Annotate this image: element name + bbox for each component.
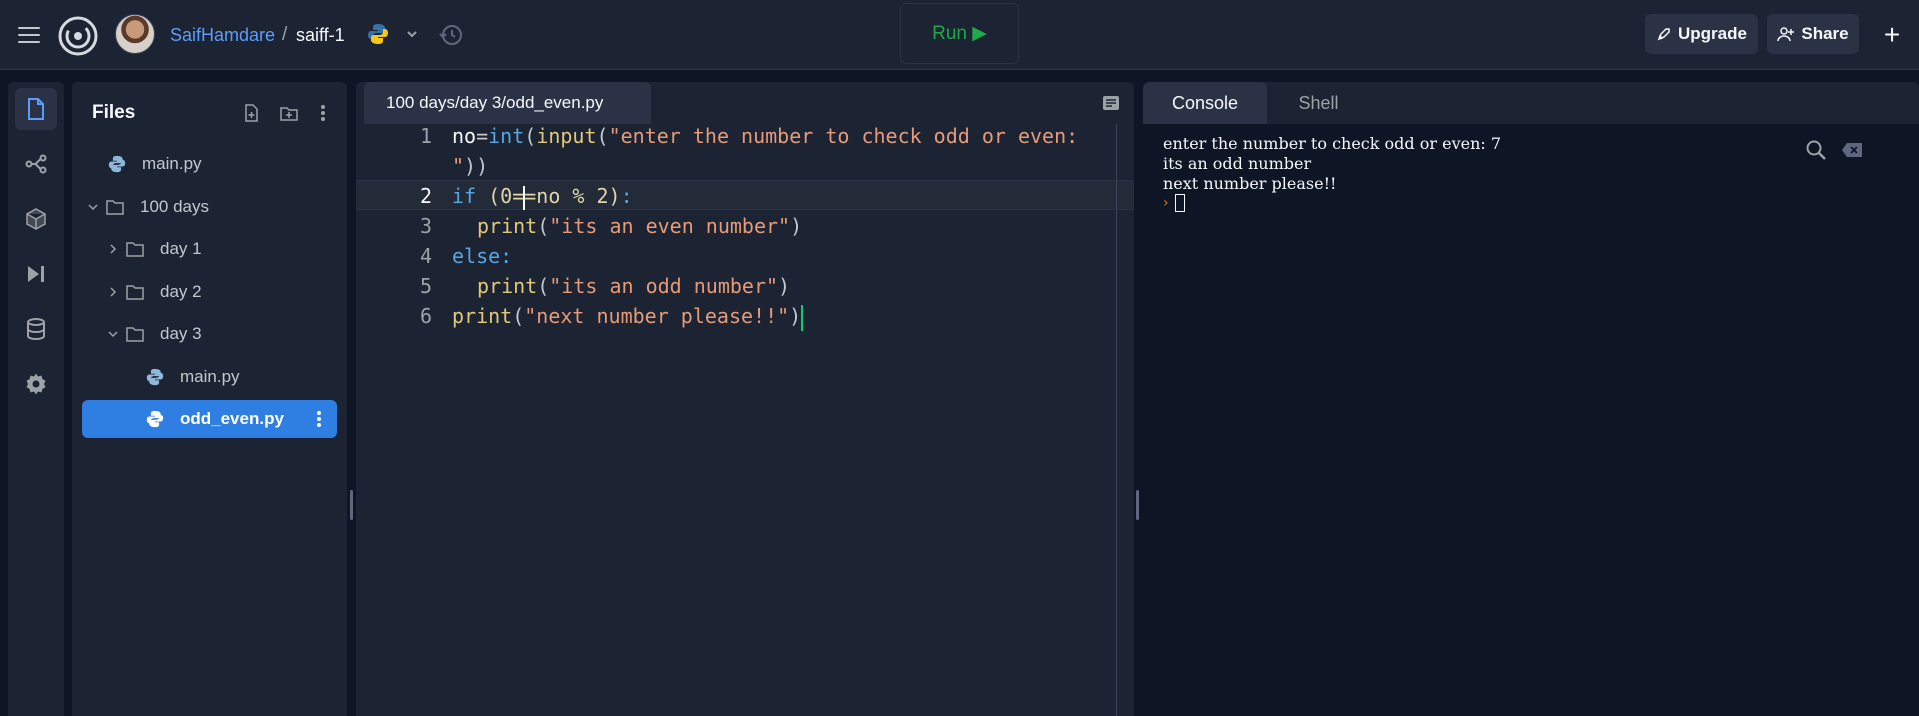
username-link[interactable]: SaifHamdare: [170, 22, 275, 48]
console-pane: Console Shell enter the number to check …: [1143, 82, 1919, 716]
insertion-cursor: [801, 304, 804, 331]
share-button[interactable]: Share: [1767, 14, 1859, 54]
kebab-menu-icon[interactable]: [309, 409, 329, 429]
git-icon[interactable]: [15, 143, 57, 185]
file-tree-item[interactable]: main.py: [82, 358, 337, 396]
line-number: 2: [419, 184, 432, 208]
file-tree-item-selected[interactable]: odd_even.py: [82, 400, 337, 438]
code-line-5: print("its an odd number"): [477, 274, 791, 298]
file-tree-label: main.py: [180, 367, 240, 386]
add-user-icon: [1777, 27, 1795, 42]
editor-tab-bar: 100 days/day 3/odd_even.py: [356, 82, 1134, 124]
code-line-3: print("its an even number"): [477, 214, 803, 238]
breadcrumb-separator: /: [282, 24, 288, 45]
python-file-icon: [144, 366, 166, 388]
tool-rail: [8, 82, 64, 716]
file-tree-folder[interactable]: 100 days: [82, 188, 337, 226]
packages-icon[interactable]: [15, 198, 57, 240]
file-tree-folder[interactable]: day 2: [82, 273, 337, 311]
rocket-icon: [1657, 28, 1670, 41]
avatar[interactable]: [115, 14, 155, 54]
code-line-1-wrap: ")): [452, 154, 489, 178]
clear-console-icon[interactable]: [1839, 138, 1865, 162]
editor-tab[interactable]: 100 days/day 3/odd_even.py: [364, 82, 651, 124]
file-tree-label: 100 days: [140, 197, 209, 216]
line-number: 6: [419, 304, 432, 328]
files-icon[interactable]: [15, 88, 57, 130]
folder-icon: [104, 196, 126, 218]
tab-shell[interactable]: Shell: [1267, 82, 1370, 124]
file-tree-label: day 1: [160, 239, 202, 258]
console-prompt[interactable]: ›: [1163, 194, 1185, 212]
replit-logo-icon[interactable]: [56, 14, 100, 58]
settings-icon[interactable]: [15, 363, 57, 405]
code-line-6: print("next number please!!"): [452, 304, 804, 331]
kebab-menu-icon[interactable]: [312, 102, 334, 124]
search-icon[interactable]: [1803, 138, 1829, 162]
chevron-right-icon: [106, 242, 120, 256]
new-tab-button[interactable]: +: [1877, 19, 1907, 50]
debugger-icon[interactable]: [15, 253, 57, 295]
run-button[interactable]: Run ▶: [900, 3, 1019, 64]
outline-icon[interactable]: [1100, 92, 1122, 114]
code-line-4: else:: [452, 244, 513, 268]
upgrade-button[interactable]: Upgrade: [1645, 14, 1758, 54]
line-number: 4: [419, 244, 432, 268]
file-tree-label: day 3: [160, 324, 202, 343]
editor-pane: 100 days/day 3/odd_even.py 1 2 3 4 5 6 n…: [356, 82, 1134, 716]
files-pane: Files main.py 100 days day 1 day 2 day 3…: [72, 82, 347, 716]
folder-icon: [124, 238, 146, 260]
resize-handle[interactable]: [350, 490, 353, 520]
database-icon[interactable]: [15, 308, 57, 350]
folder-icon: [124, 323, 146, 345]
terminal-cursor: [1174, 194, 1185, 212]
code-line-2: if (0==no % 2):: [452, 184, 633, 210]
menu-icon[interactable]: [14, 20, 44, 50]
file-tree-label: main.py: [142, 154, 202, 173]
prompt-arrow-icon: ›: [1163, 195, 1169, 211]
history-icon[interactable]: [436, 20, 466, 50]
file-tree-folder[interactable]: day 1: [82, 230, 337, 268]
python-file-icon: [144, 408, 166, 430]
console-output-line: enter the number to check odd or even: 7: [1163, 134, 1502, 153]
repl-name[interactable]: saiff-1: [296, 22, 345, 48]
new-folder-icon[interactable]: [278, 102, 300, 124]
line-number: 5: [419, 274, 432, 298]
console-output-line: next number please!!: [1163, 174, 1337, 193]
line-number: 3: [419, 214, 432, 238]
console-tab-bar: Console Shell: [1143, 82, 1919, 124]
console-output-line: its an odd number: [1163, 154, 1312, 173]
file-tree-label: odd_even.py: [180, 409, 284, 428]
tab-console[interactable]: Console: [1143, 82, 1267, 124]
top-bar: SaifHamdare / saiff-1 Run ▶ Upgrade Shar…: [0, 0, 1919, 70]
new-file-icon[interactable]: [240, 102, 262, 124]
upgrade-label: Upgrade: [1678, 24, 1747, 43]
code-editor[interactable]: [356, 124, 1134, 716]
scrollbar[interactable]: [1116, 124, 1117, 716]
line-number: 1: [419, 124, 432, 148]
python-icon[interactable]: [365, 21, 391, 47]
file-tree-folder[interactable]: day 3: [82, 315, 337, 353]
resize-handle[interactable]: [1136, 490, 1139, 520]
chevron-down-icon: [106, 327, 120, 341]
files-title: Files: [92, 102, 136, 123]
chevron-down-icon[interactable]: [402, 24, 422, 44]
file-tree-item[interactable]: main.py: [82, 145, 337, 183]
file-tree-label: day 2: [160, 282, 202, 301]
share-label: Share: [1801, 24, 1849, 43]
chevron-down-icon: [86, 200, 100, 214]
chevron-right-icon: [106, 285, 120, 299]
python-file-icon: [106, 153, 128, 175]
folder-icon: [124, 281, 146, 303]
code-line-1: no=int(input("enter the number to check …: [452, 124, 1079, 148]
